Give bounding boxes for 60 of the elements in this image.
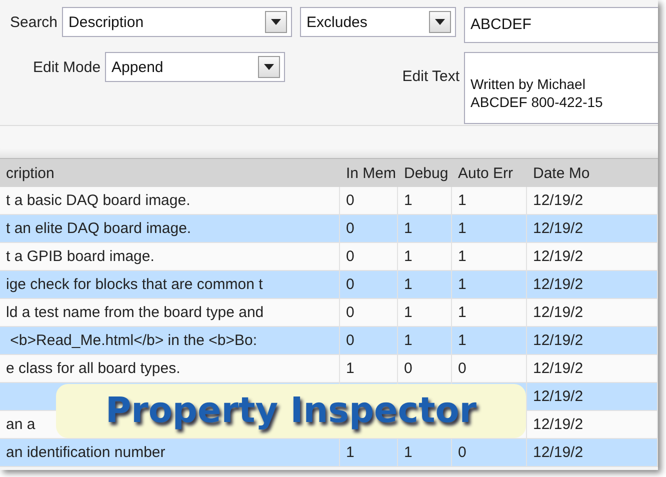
table-cell: <b>Read_Me.html</b> in the <b>Bo:: [0, 327, 340, 355]
table-cell: 12/19/2: [527, 383, 658, 411]
table-cell: 0: [452, 355, 527, 383]
column-header[interactable]: Date Mo: [527, 159, 658, 187]
table-cell: 0: [340, 271, 398, 299]
table-cell: 1: [398, 299, 452, 327]
edit-mode-dropdown[interactable]: Append: [104, 52, 285, 82]
table-cell: 1: [452, 187, 527, 215]
table-cell: 1: [340, 355, 398, 383]
field-dropdown[interactable]: Description: [62, 7, 292, 37]
table-cell: 1: [452, 243, 527, 271]
table-cell: 1: [452, 215, 527, 243]
banner-title: Property Inspector: [56, 384, 526, 438]
table-cell: t a GPIB board image.: [0, 243, 340, 271]
table-cell: 12/19/2: [527, 187, 658, 215]
search-label: Search: [9, 13, 59, 31]
table-cell: 0: [398, 355, 452, 383]
edit-text-field[interactable]: Written by Michael ABCDEF 800-422-15: [464, 52, 658, 124]
table-cell: 1: [398, 327, 452, 355]
table-cell: 12/19/2: [527, 411, 658, 439]
caret-icon: [428, 11, 451, 33]
table-cell: 1: [398, 243, 452, 271]
table-cell: 12/19/2: [527, 355, 658, 383]
splitter-bar[interactable]: [0, 126, 658, 159]
table-cell: ld a test name from the board type and: [0, 299, 340, 327]
operator-dropdown[interactable]: Excludes: [300, 7, 456, 37]
table-cell: ige check for blocks that are common t: [0, 271, 340, 299]
table-cell: 1: [452, 271, 527, 299]
table-cell: 12/19/2: [527, 439, 658, 467]
table-cell: 12/19/2: [527, 271, 658, 299]
table-cell: 0: [340, 215, 398, 243]
caret-icon: [258, 56, 280, 78]
table-cell: 12/19/2: [527, 215, 658, 243]
table-cell: 0: [340, 299, 398, 327]
caret-icon: [264, 11, 287, 33]
table-cell: e class for all board types.: [0, 355, 340, 383]
table-cell: 1: [398, 439, 452, 467]
table-cell: t an elite DAQ board image.: [0, 215, 340, 243]
table-cell: 1: [452, 299, 527, 327]
column-header[interactable]: Auto Err: [452, 159, 527, 187]
table-cell: 1: [398, 187, 452, 215]
table-cell: 1: [340, 439, 398, 467]
edit-text-label: Edit Text: [402, 67, 460, 85]
table-cell: 1: [452, 327, 527, 355]
table-cell: an identification number: [0, 439, 340, 467]
table-cell: 12/19/2: [527, 327, 658, 355]
column-header[interactable]: Debug: [398, 159, 452, 187]
edit-mode-label: Edit Mode: [33, 58, 101, 76]
column-header[interactable]: cription: [0, 159, 340, 187]
search-value-field[interactable]: ABCDEF: [464, 7, 658, 43]
table-cell: 12/19/2: [527, 243, 658, 271]
table-cell: 0: [340, 187, 398, 215]
table-cell: 1: [398, 215, 452, 243]
table-cell: 0: [340, 327, 398, 355]
table-cell: 1: [398, 271, 452, 299]
table-cell: t a basic DAQ board image.: [0, 187, 340, 215]
table-cell: 0: [452, 439, 527, 467]
table-cell: 0: [340, 243, 398, 271]
column-header[interactable]: In Mem: [340, 159, 398, 187]
table-cell: 12/19/2: [527, 299, 658, 327]
